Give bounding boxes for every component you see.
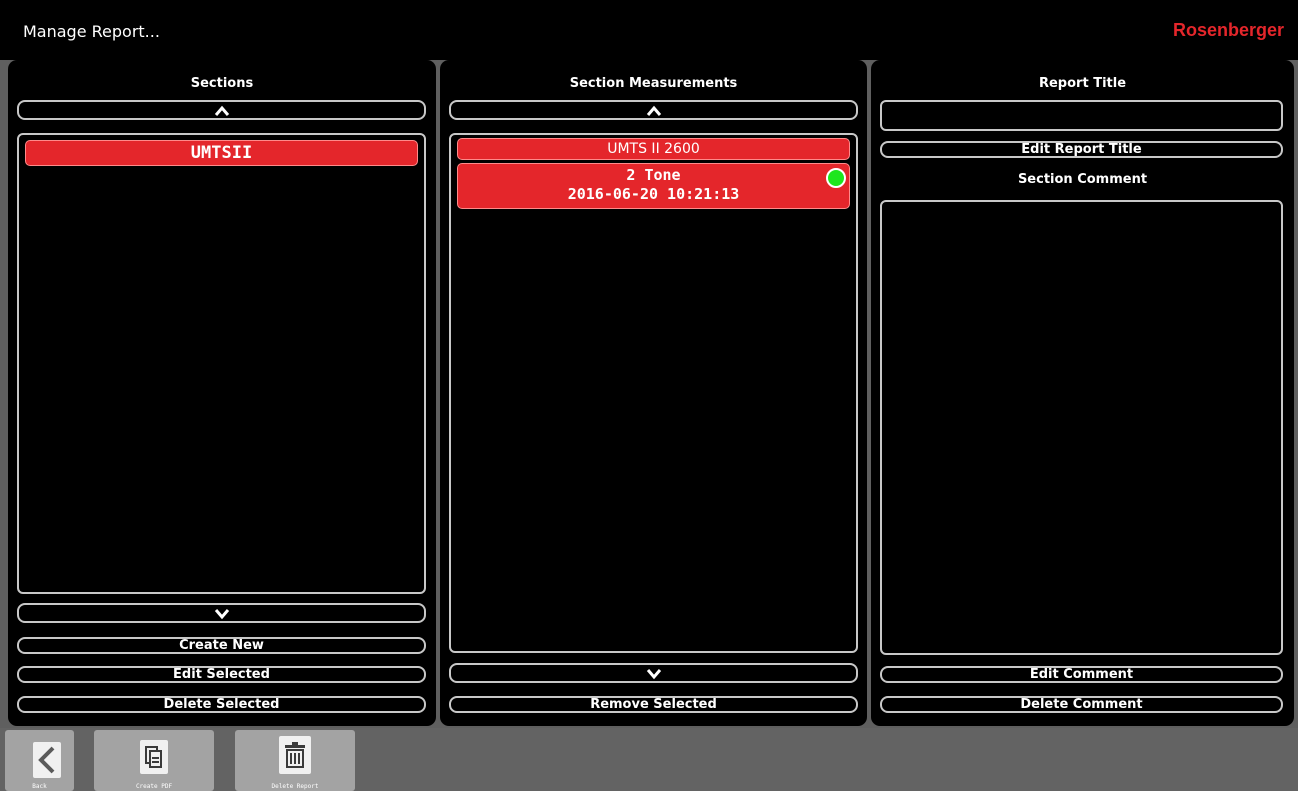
sections-scroll-up-button[interactable] bbox=[17, 100, 426, 120]
delete-report-label: Delete Report bbox=[271, 783, 319, 790]
measurements-panel-title: Section Measurements bbox=[569, 76, 738, 91]
window-title: Manage Report... bbox=[23, 22, 160, 41]
report-title-field[interactable] bbox=[880, 100, 1283, 131]
create-pdf-label: Create PDF bbox=[135, 783, 173, 790]
copy-document-icon bbox=[140, 740, 168, 774]
measurement-group-label: UMTS II 2600 bbox=[607, 141, 700, 157]
chevron-up-icon bbox=[214, 105, 229, 116]
measurements-scroll-up-button[interactable] bbox=[449, 100, 858, 120]
remove-selected-button[interactable]: Remove Selected bbox=[449, 696, 858, 713]
edit-comment-button[interactable]: Edit Comment bbox=[880, 666, 1283, 683]
sections-scroll-down-button[interactable] bbox=[17, 603, 426, 623]
section-comment-heading: Section Comment bbox=[1017, 172, 1148, 187]
delete-comment-button[interactable]: Delete Comment bbox=[880, 696, 1283, 713]
measurement-group-header[interactable]: UMTS II 2600 bbox=[457, 138, 850, 160]
sections-panel-title: Sections bbox=[190, 76, 254, 91]
status-dot-icon bbox=[826, 168, 846, 188]
measurements-list[interactable]: UMTS II 2600 2 Tone 2016-06-20 10:21:13 bbox=[449, 133, 858, 653]
report-panel-title: Report Title bbox=[1038, 76, 1127, 91]
section-list-item[interactable]: UMTSII bbox=[25, 140, 418, 166]
back-button[interactable]: Back bbox=[5, 730, 74, 791]
workspace: Sections UMTSII Create New Edit Selected… bbox=[0, 60, 1298, 728]
edit-selected-button[interactable]: Edit Selected bbox=[17, 666, 426, 683]
back-label: Back bbox=[32, 783, 47, 790]
chevron-down-icon bbox=[214, 608, 229, 619]
title-bar: Manage Report... Rosenberger bbox=[0, 0, 1298, 60]
chevron-down-icon bbox=[646, 668, 661, 679]
brand-logo: Rosenberger bbox=[1172, 20, 1284, 40]
chevron-up-icon bbox=[646, 105, 661, 116]
delete-report-button[interactable]: Delete Report bbox=[235, 730, 355, 791]
measurement-name: 2 Tone bbox=[626, 166, 681, 184]
section-item-label: UMTSII bbox=[190, 143, 253, 163]
back-arrow-icon bbox=[33, 742, 61, 778]
bottom-toolbar: Back Create PDF Delete Report bbox=[0, 728, 1298, 791]
create-new-button[interactable]: Create New bbox=[17, 637, 426, 654]
sections-list[interactable]: UMTSII bbox=[17, 133, 426, 594]
measurements-scroll-down-button[interactable] bbox=[449, 663, 858, 683]
measurement-timestamp: 2016-06-20 10:21:13 bbox=[567, 185, 740, 203]
sections-panel: Sections UMTSII Create New Edit Selected… bbox=[8, 60, 436, 726]
measurements-panel: Section Measurements UMTS II 2600 2 Tone… bbox=[440, 60, 867, 726]
report-panel: Report Title Edit Report Title Section C… bbox=[871, 60, 1294, 726]
trash-icon bbox=[279, 736, 311, 774]
create-pdf-button[interactable]: Create PDF bbox=[94, 730, 214, 791]
section-comment-field[interactable] bbox=[880, 200, 1283, 655]
measurement-list-item[interactable]: 2 Tone 2016-06-20 10:21:13 bbox=[457, 163, 850, 209]
delete-selected-button[interactable]: Delete Selected bbox=[17, 696, 426, 713]
edit-report-title-button[interactable]: Edit Report Title bbox=[880, 141, 1283, 158]
